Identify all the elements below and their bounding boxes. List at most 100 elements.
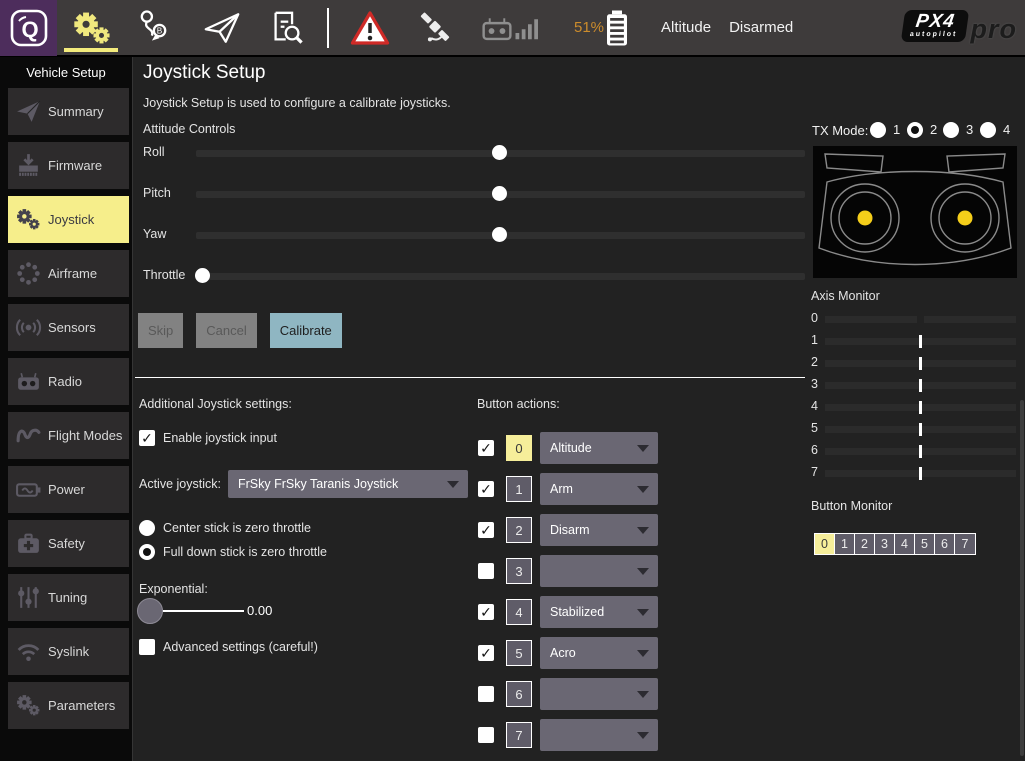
button-monitor-3: 3 (875, 534, 895, 554)
tx-mode-1-radio[interactable] (870, 122, 886, 138)
yaw-slider-thumb[interactable] (492, 227, 507, 242)
button-actions-title: Button actions: (477, 397, 560, 411)
axis-center-tick (919, 467, 922, 480)
qgroundcontrol-window: Q B 51% Altitude Disarmed PX4 autopilot … (0, 0, 1025, 761)
button-4-action-dropdown[interactable]: Stabilized (540, 596, 658, 628)
button-6-checkbox[interactable] (478, 686, 494, 702)
toolbar-divider (327, 8, 329, 48)
button-6-action-dropdown[interactable] (540, 678, 658, 710)
battery-status-button[interactable]: 51% (555, 0, 643, 55)
armed-state-indicator[interactable]: Disarmed (729, 19, 793, 36)
sidebar-item-sensors[interactable]: Sensors (8, 304, 129, 351)
axis-center-tick (919, 335, 922, 348)
full-down-stick-radio[interactable] (139, 544, 155, 560)
center-stick-radio[interactable] (139, 520, 155, 536)
battery-percent: 51% (574, 19, 604, 36)
flight-mode-indicator[interactable]: Altitude (661, 19, 711, 36)
tx-mode-3-radio[interactable] (943, 122, 959, 138)
axis-0-label: 0 (811, 311, 818, 325)
sidebar-item-safety[interactable]: Safety (8, 520, 129, 567)
exponential-slider-track[interactable] (163, 610, 244, 612)
button-5-checkbox[interactable] (478, 645, 494, 661)
active-joystick-dropdown[interactable]: FrSky FrSky Taranis Joystick (228, 470, 468, 498)
sidebar-item-flight-modes[interactable]: Flight Modes (8, 412, 129, 459)
axis-center-gap (917, 316, 924, 323)
plan-tab-button[interactable]: B (125, 0, 189, 55)
sidebar-item-label: Syslink (48, 644, 89, 659)
roll-slider-thumb[interactable] (492, 145, 507, 160)
throttle-slider-track[interactable] (196, 273, 805, 280)
sliders-icon (13, 584, 43, 612)
chevron-down-icon (637, 445, 649, 452)
active-joystick-label: Active joystick: (139, 477, 221, 491)
center-stick-label[interactable]: Center stick is zero throttle (163, 521, 311, 535)
scrollbar[interactable] (1020, 400, 1024, 756)
button-3-action-dropdown[interactable] (540, 555, 658, 587)
sidebar-item-power[interactable]: Power (8, 466, 129, 513)
button-action-value: Acro (540, 646, 637, 660)
tx-mode-2-radio[interactable] (907, 122, 923, 138)
rc-rssi-button[interactable] (467, 0, 555, 55)
signal-bars-icon (514, 13, 542, 43)
button-4-checkbox[interactable] (478, 604, 494, 620)
sidebar-item-joystick[interactable]: Joystick (8, 196, 129, 243)
joystick-setup-page: Joystick Setup Joystick Setup is used to… (133, 57, 813, 761)
button-action-value: Stabilized (540, 605, 637, 619)
tx-mode-2-label: 2 (930, 122, 937, 137)
button-7-checkbox[interactable] (478, 727, 494, 743)
qgc-logo-icon[interactable]: Q (0, 0, 57, 56)
sidebar-item-radio[interactable]: Radio (8, 358, 129, 405)
exponential-slider-thumb[interactable] (137, 598, 163, 624)
pitch-slider-thumb[interactable] (492, 186, 507, 201)
axis-0-bar (825, 316, 1016, 323)
button-1-action-dropdown[interactable]: Arm (540, 473, 658, 505)
calibrate-button[interactable]: Calibrate (270, 313, 342, 348)
full-down-stick-label[interactable]: Full down stick is zero throttle (163, 545, 327, 559)
sidebar-item-parameters[interactable]: Parameters (8, 682, 129, 729)
sidebar-item-firmware[interactable]: Firmware (8, 142, 129, 189)
tx-mode-1-label: 1 (893, 122, 900, 137)
yaw-slider-label: Yaw (143, 227, 166, 241)
exponential-value: 0.00 (247, 603, 272, 618)
throttle-slider-label: Throttle (143, 268, 185, 282)
gears-icon (13, 206, 43, 234)
fly-tab-button[interactable] (189, 0, 255, 55)
sidebar-item-summary[interactable]: Summary (8, 88, 129, 135)
sidebar-item-tuning[interactable]: Tuning (8, 574, 129, 621)
button-1-checkbox[interactable] (478, 481, 494, 497)
sidebar-item-airframe[interactable]: Airframe (8, 250, 129, 297)
button-2-checkbox[interactable] (478, 522, 494, 538)
attitude-slider-row: Pitch (133, 186, 813, 202)
button-2-action-dropdown[interactable]: Disarm (540, 514, 658, 546)
chevron-down-icon (637, 650, 649, 657)
sidebar-item-syslink[interactable]: Syslink (8, 628, 129, 675)
throttle-slider-thumb[interactable] (195, 268, 210, 283)
section-divider (135, 377, 805, 378)
button-action-value: Arm (540, 482, 637, 496)
button-3-checkbox[interactable] (478, 563, 494, 579)
button-7-action-dropdown[interactable] (540, 719, 658, 751)
vehicle-messages-button[interactable] (337, 0, 403, 55)
enable-joystick-label[interactable]: Enable joystick input (163, 431, 277, 445)
analyze-tab-button[interactable] (255, 0, 319, 55)
button-5-action-dropdown[interactable]: Acro (540, 637, 658, 669)
exponential-label: Exponential: (139, 582, 208, 596)
sidebar-item-label: Joystick (48, 212, 94, 227)
gps-status-button[interactable] (403, 0, 467, 55)
cancel-button[interactable]: Cancel (196, 313, 256, 348)
tx-mode-4-radio[interactable] (980, 122, 996, 138)
battery-icon (604, 8, 630, 48)
button-0-action-dropdown[interactable]: Altitude (540, 432, 658, 464)
settings-tab-button[interactable] (57, 0, 125, 55)
pitch-slider-label: Pitch (143, 186, 171, 200)
axis-4-label: 4 (811, 399, 818, 413)
advanced-settings-checkbox[interactable] (139, 639, 155, 655)
svg-text:Q: Q (21, 17, 38, 42)
sidebar-item-label: Summary (48, 104, 104, 119)
skip-button[interactable]: Skip (138, 313, 183, 348)
enable-joystick-checkbox[interactable] (139, 430, 155, 446)
px4-autopilot-badge: PX4 autopilot (901, 10, 969, 42)
advanced-settings-label[interactable]: Advanced settings (careful!) (163, 640, 318, 654)
button-0-checkbox[interactable] (478, 440, 494, 456)
sidebar-item-label: Airframe (48, 266, 97, 281)
